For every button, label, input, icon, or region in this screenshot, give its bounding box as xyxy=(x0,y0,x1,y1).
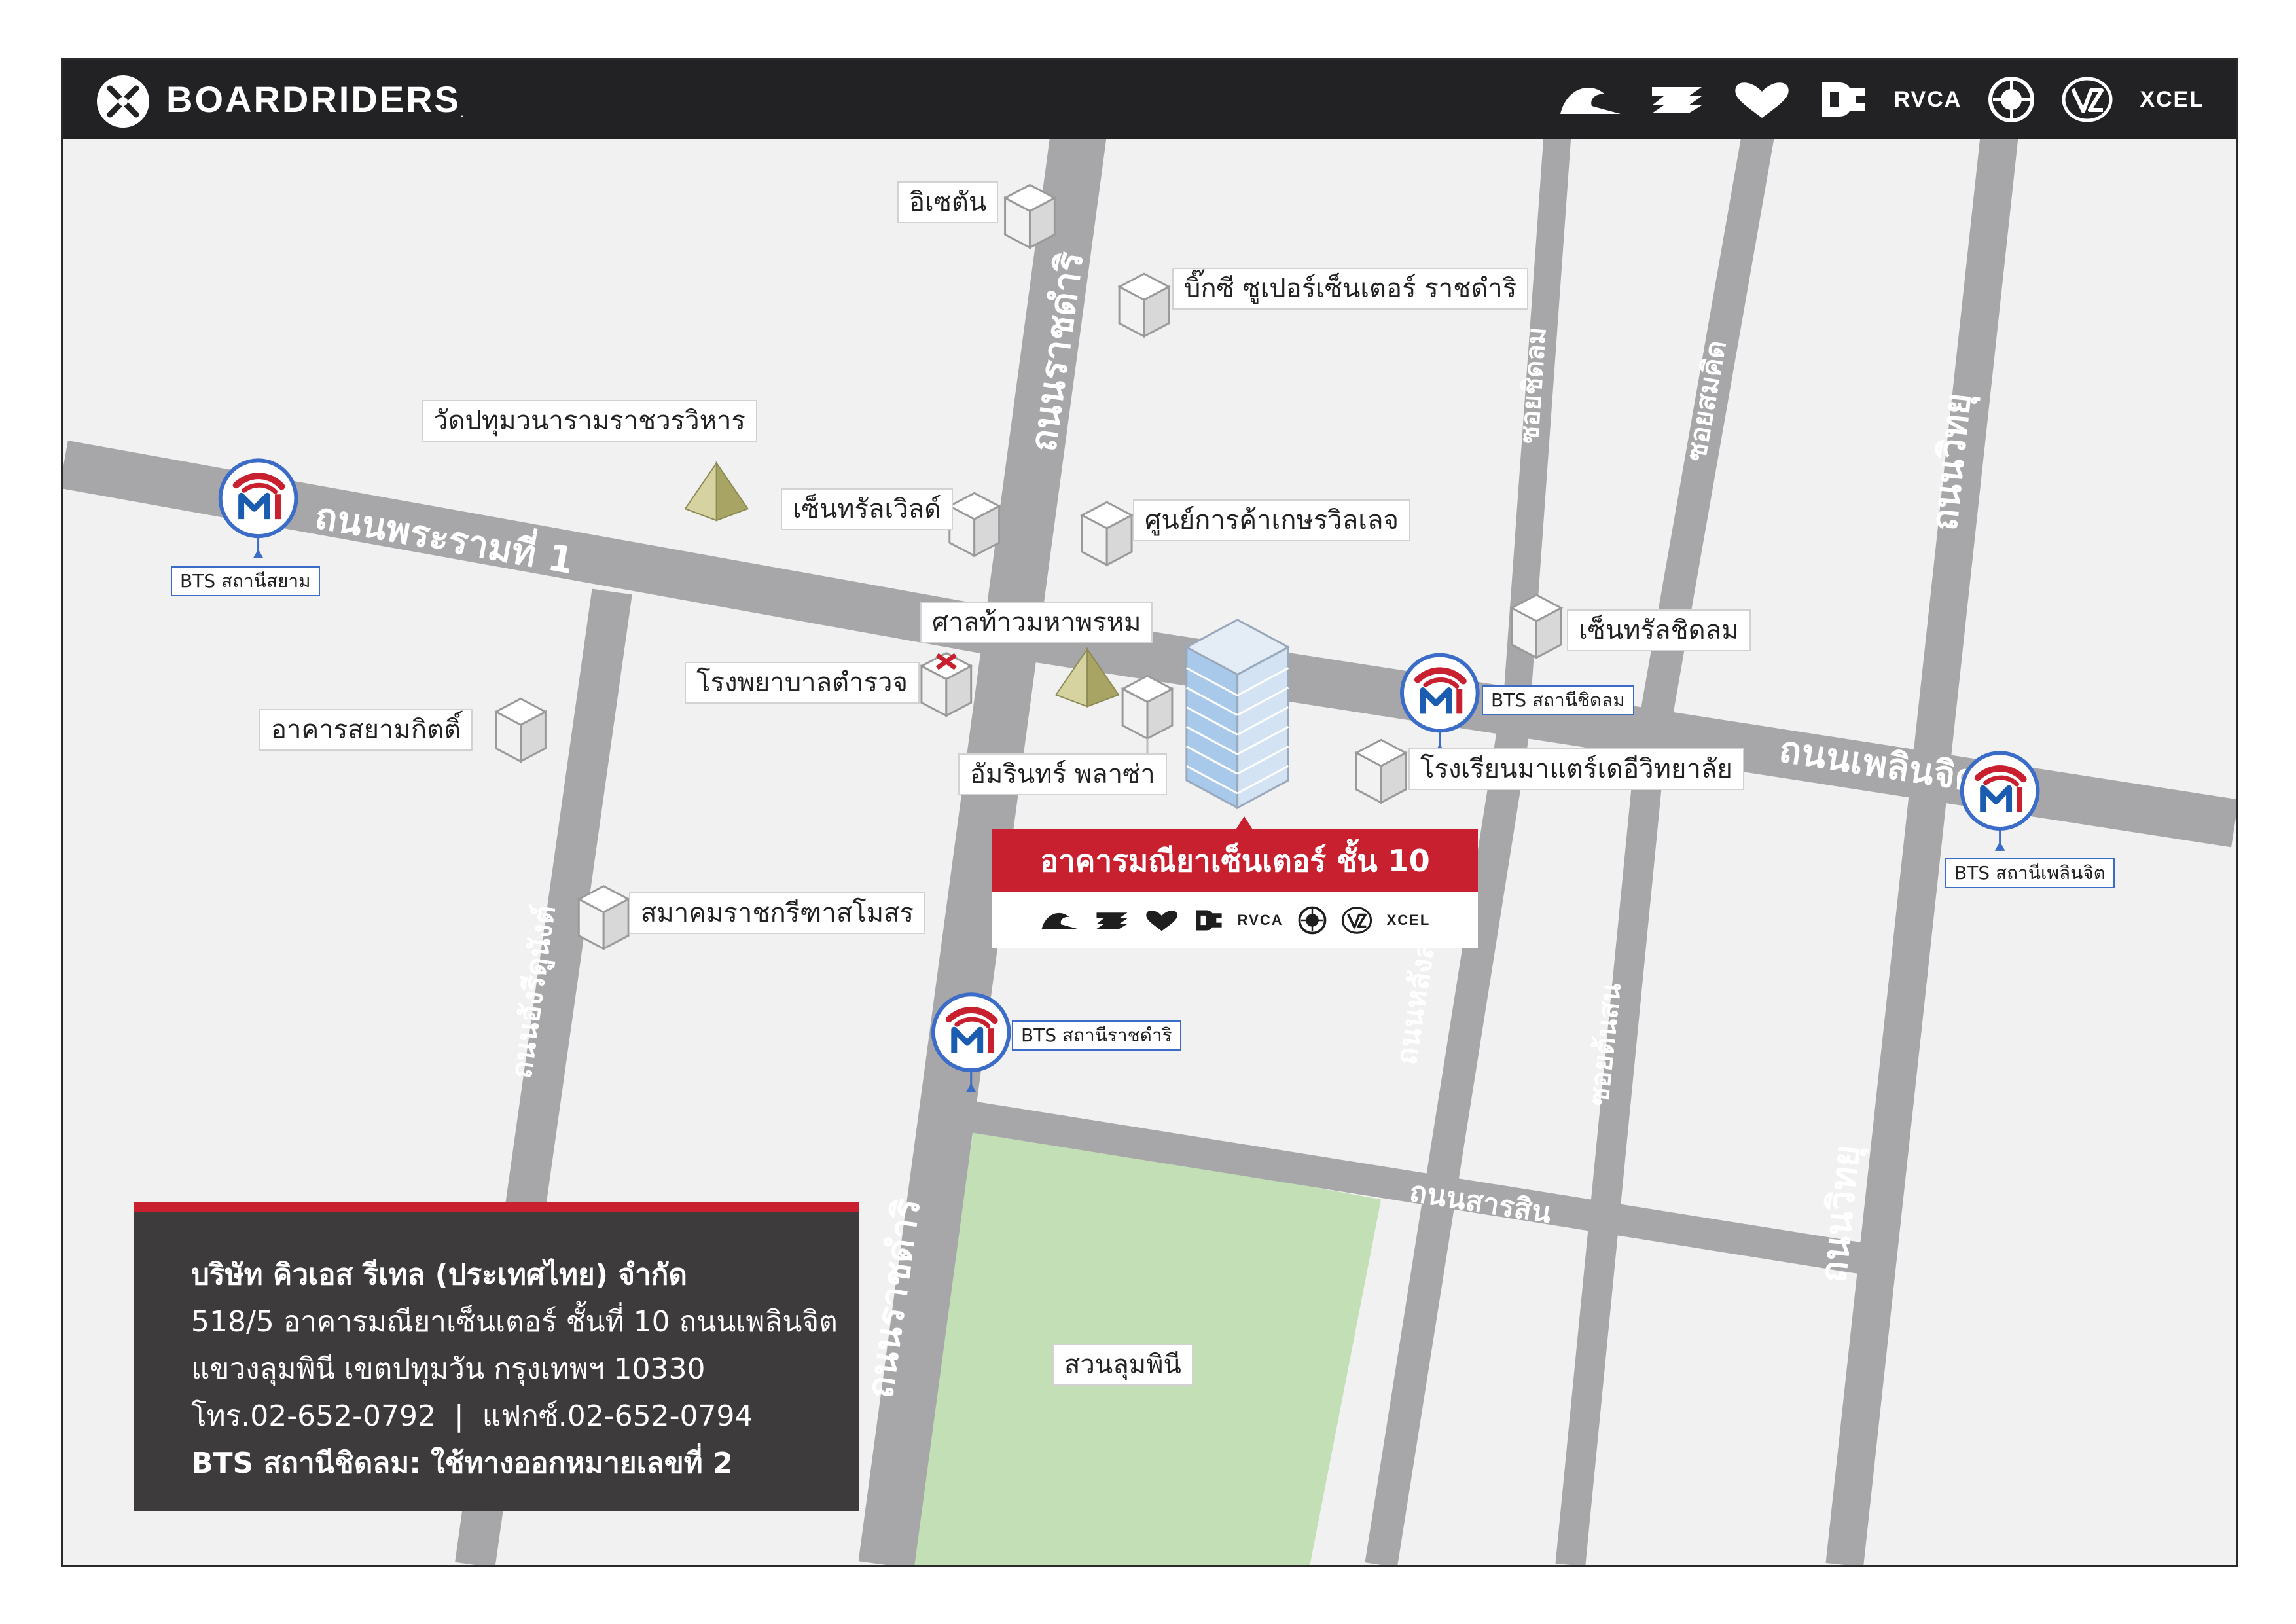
address-line-2: แขวงลุมพินี เขตปทุมวัน กรุงเทพฯ 10330 xyxy=(191,1352,706,1386)
label-lumpini-park: สวนลุมพินี xyxy=(1052,1344,1193,1386)
header-brand-logos: RVCA XCEL xyxy=(1558,75,2204,124)
header-bar: BOARDRIDERS. RVCA XCEL xyxy=(63,60,2236,139)
company-info-box: บริษัท คิวเอส รีเทล (ประเทศไทย) จำกัด 51… xyxy=(134,1202,859,1511)
address-line-1: 518/5 อาคารมณียาเซ็นเตอร์ ชั้นที่ 10 ถนน… xyxy=(191,1305,838,1339)
mater-dei-icon xyxy=(1355,738,1407,804)
label-bts-chidlom: BTS สถานีชิดลม xyxy=(1482,685,1634,715)
amarin-icon xyxy=(1121,675,1174,740)
quiksilver-icon xyxy=(1040,909,1081,932)
central-world-icon xyxy=(948,492,1001,557)
element-icon xyxy=(1988,76,2035,123)
isetan-icon xyxy=(1004,184,1056,249)
billabong-icon xyxy=(1095,910,1129,931)
label-central-world: เซ็นทรัลเวิลด์ xyxy=(781,488,954,530)
label-wat-pathum: วัดปทุมวนารามราชวรวิหาร xyxy=(422,400,757,442)
road-wireless xyxy=(1825,116,2020,1565)
dc-icon xyxy=(1194,909,1223,932)
element-icon xyxy=(1298,906,1327,935)
rbsc-icon xyxy=(577,885,630,950)
boardriders-logo-icon xyxy=(97,75,149,128)
xcel-logo: XCEL xyxy=(2140,86,2204,112)
label-siam-kit: อาคารสยามกิตติ์ xyxy=(259,709,473,751)
label-rbsc: สมาคมราชกรีฑาสโมสร xyxy=(629,892,925,934)
bts-exit-note: BTS สถานีชิดลม: ใช้ทางออกหมายเลขที่ 2 xyxy=(191,1447,733,1480)
label-bts-siam: BTS สถานีสยาม xyxy=(171,566,320,596)
map-frame: ถนนพระรามที่ 1 ถนนเพลินจิต ถนนราชดำริ ถน… xyxy=(61,58,2238,1567)
rvca-logo: RVCA xyxy=(1237,912,1283,928)
wat-pathum-icon xyxy=(684,462,749,522)
label-isetan: อิเซตัน xyxy=(897,181,999,223)
roxy-icon xyxy=(1731,80,1793,119)
target-title: อาคารมณียาเซ็นเตอร์ ชั้น 10 xyxy=(992,829,1478,892)
label-amarin: อัมรินทร์ พลาซ่า xyxy=(958,753,1167,795)
label-bts-ploenchit: BTS สถานีเพลินจิต xyxy=(1945,858,2115,888)
label-central-chidlom: เซ็นทรัลชิดลม xyxy=(1567,609,1751,651)
bts-ploenchit-marker xyxy=(1962,753,2038,851)
target-brand-logos: RVCA XCEL xyxy=(992,892,1478,948)
rvca-logo: RVCA xyxy=(1893,86,1962,112)
road-soi-tonson xyxy=(1555,750,1665,1565)
phone-fax: โทร.02-652-0792 | แฟกซ์.02-652-0794 xyxy=(191,1399,753,1433)
label-erawan: ศาลท้าวมหาพรหม xyxy=(920,602,1153,643)
maneeya-building-icon xyxy=(1184,619,1291,810)
roxy-icon xyxy=(1143,909,1180,932)
target-pointer xyxy=(1235,816,1253,831)
siam-kit-icon xyxy=(495,697,547,763)
label-mater-dei: โรงเรียนมาแตร์เดอีวิทยาลัย xyxy=(1408,748,1744,790)
brand-name: BOARDRIDERS. xyxy=(166,79,466,120)
quiksilver-icon xyxy=(1558,81,1623,118)
gaysorn-icon xyxy=(1081,501,1133,566)
big-c-icon xyxy=(1118,272,1170,338)
bts-chidlom-marker xyxy=(1402,655,1478,753)
label-gaysorn: ศูนย์การค้าเกษรวิลเลจ xyxy=(1133,499,1410,541)
bts-siam-marker xyxy=(221,460,296,558)
billabong-icon xyxy=(1649,83,1704,116)
label-big-c: บิ๊กซี ซูเปอร์เซ็นเตอร์ ราชดำริ xyxy=(1172,268,1529,310)
dc-icon xyxy=(1820,80,1868,119)
vonzipper-icon xyxy=(1341,906,1372,935)
xcel-logo: XCEL xyxy=(1386,912,1431,928)
label-bts-ratchadamri: BTS สถานีราชดำริ xyxy=(1012,1020,1181,1051)
vonzipper-icon xyxy=(2061,76,2113,123)
central-chidlom-icon xyxy=(1511,594,1562,659)
road-name-rama1: ถนนพระรามที่ 1 xyxy=(312,490,578,583)
company-name: บริษัท คิวเอส รีเทล (ประเทศไทย) จำกัด xyxy=(191,1258,687,1291)
label-police-hospital: โรงพยาบาลตำรวจ xyxy=(685,662,920,704)
